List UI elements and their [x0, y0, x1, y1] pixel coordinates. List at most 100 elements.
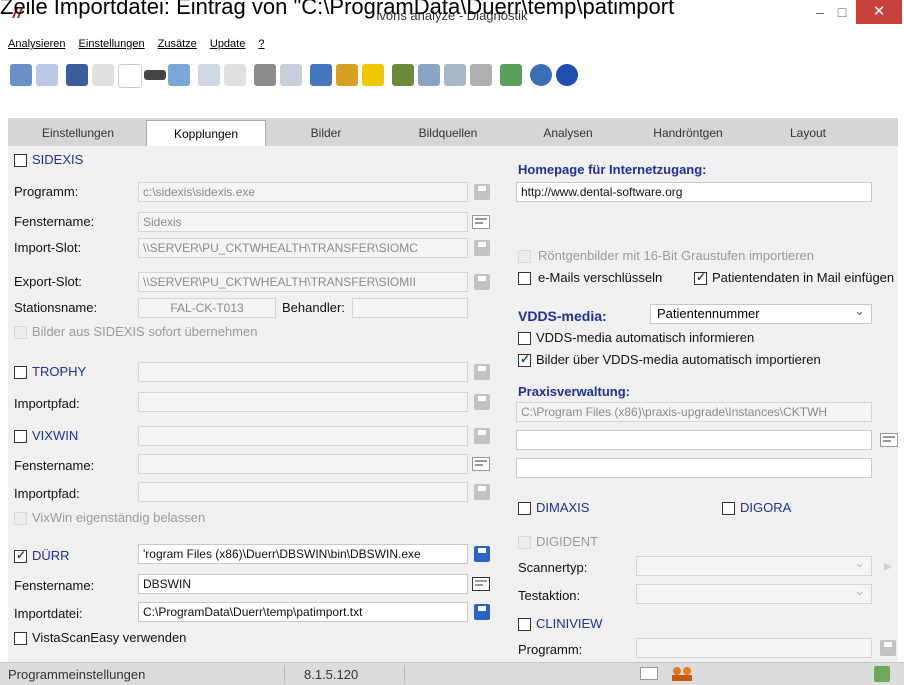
status-divider	[404, 665, 405, 683]
behandler-label: Behandler:	[282, 300, 345, 315]
behandler-field[interactable]	[352, 298, 468, 318]
save-disk-icon[interactable]	[474, 428, 490, 444]
testaktion-select[interactable]	[636, 582, 872, 604]
report-icon[interactable]	[310, 64, 332, 86]
duerr-program-field[interactable]: 'rogram Files (x86)\Duerr\DBSWIN\bin\DBS…	[138, 544, 468, 564]
tab-layout[interactable]: Layout	[748, 122, 868, 144]
vixwin-fenstername-field[interactable]	[138, 454, 468, 474]
users-icon[interactable]	[670, 666, 696, 682]
cliniview-label: CLINIVIEW	[536, 616, 603, 631]
vdds-import-checkbox[interactable]	[518, 352, 531, 367]
homepage-field[interactable]: http://www.dental-software.org	[516, 182, 872, 202]
kopplungen-panel: SIDEXIS Programm: c:\sidexis\sidexis.exe…	[8, 146, 898, 662]
save-disk-icon[interactable]	[474, 484, 490, 500]
window-picker-icon[interactable]	[472, 457, 490, 471]
duerr-fenstername-field[interactable]: DBSWIN	[138, 574, 468, 594]
search-patient-icon[interactable]	[36, 64, 58, 86]
save-disk-icon[interactable]	[474, 274, 490, 290]
tab-kopplungen[interactable]: Kopplungen	[146, 120, 266, 147]
print-icon[interactable]	[254, 64, 276, 86]
recycle-bin-icon[interactable]	[874, 666, 890, 682]
settings-icon[interactable]	[444, 64, 466, 86]
sidexis-programm-field[interactable]: c:\sidexis\sidexis.exe	[138, 182, 468, 202]
vdds-select[interactable]: Patientennummer	[650, 302, 872, 324]
vixwin-checkbox[interactable]	[14, 430, 27, 443]
window-picker-icon[interactable]	[880, 433, 898, 447]
app-window: ivoris analyze - Diagnostik – □ ✕ Zeile …	[0, 0, 904, 685]
cliniview-programm-field[interactable]	[636, 638, 872, 658]
save-disk-icon[interactable]	[474, 184, 490, 200]
print-preview-icon[interactable]	[280, 64, 302, 86]
praxis-field-2[interactable]	[516, 430, 872, 450]
save-disk-icon[interactable]	[474, 546, 490, 562]
menu-einstellungen[interactable]: Einstellungen	[79, 38, 145, 50]
import-slot-field[interactable]: \\SERVER\PU_CKTWHEALTH\TRANSFER\SIOMC	[138, 238, 468, 258]
status-divider	[284, 665, 285, 683]
tab-bilder[interactable]: Bilder	[266, 122, 386, 144]
menu-update[interactable]: Update	[210, 38, 245, 50]
time-icon[interactable]	[418, 64, 440, 86]
table-icon[interactable]	[168, 64, 190, 86]
patmail-checkbox[interactable]	[694, 270, 707, 285]
save-icon[interactable]	[66, 64, 88, 86]
trophy-program-field[interactable]	[138, 362, 468, 382]
praxis-field[interactable]: C:\Program Files (x86)\praxis-upgrade\In…	[516, 402, 872, 422]
menu-help[interactable]: ?	[258, 38, 264, 50]
tab-einstellungen[interactable]: Einstellungen	[18, 122, 138, 144]
cliniview-checkbox[interactable]	[518, 618, 531, 631]
mail-icon[interactable]	[640, 667, 658, 680]
vixwin-belassen-checkbox[interactable]	[14, 512, 27, 525]
save-disk-icon[interactable]	[474, 394, 490, 410]
window-picker-icon[interactable]	[472, 215, 490, 229]
ruler-icon[interactable]	[144, 70, 166, 80]
open-patient-icon[interactable]	[10, 64, 32, 86]
sidexis-title: SIDEXIS	[32, 152, 84, 167]
scannertyp-select[interactable]	[636, 554, 872, 576]
praxis-field-3[interactable]	[516, 458, 872, 478]
email-encrypt-checkbox[interactable]	[518, 272, 531, 285]
sidexis-checkbox[interactable]	[14, 154, 27, 167]
globe-icon[interactable]	[530, 64, 552, 86]
tools-icon[interactable]	[470, 64, 492, 86]
digident-checkbox[interactable]	[518, 536, 531, 549]
digora-checkbox[interactable]	[722, 502, 735, 515]
chart-icon[interactable]	[500, 64, 522, 86]
stationsname-field[interactable]: FAL-CK-T013	[138, 298, 276, 318]
menu-bar: Analysieren Einstellungen Zusätze Update…	[8, 38, 275, 54]
status-bar: Programmeinstellungen 8.1.5.120	[0, 662, 904, 685]
trophy-importpfad-field[interactable]	[138, 392, 468, 412]
vdds-inform-checkbox[interactable]	[518, 332, 531, 345]
programm-label: Programm:	[14, 184, 79, 199]
roentgen16-checkbox[interactable]	[518, 250, 531, 263]
duerr-importdatei-field[interactable]: C:\ProgramData\Duerr\temp\patimport.txt	[138, 602, 468, 622]
vixwin-importpfad-field[interactable]	[138, 482, 468, 502]
dimaxis-checkbox[interactable]	[518, 502, 531, 515]
save-disk-icon[interactable]	[474, 364, 490, 380]
menu-zusaetze[interactable]: Zusätze	[158, 38, 197, 50]
cursor-tool-icon[interactable]	[198, 64, 220, 86]
testaktion-label: Testaktion:	[518, 588, 581, 603]
tab-bildquellen[interactable]: Bildquellen	[388, 122, 508, 144]
export-slot-field[interactable]: \\SERVER\PU_CKTWHEALTH\TRANSFER\SIOMII	[138, 272, 468, 292]
save-disk-icon[interactable]	[474, 240, 490, 256]
warning-icon[interactable]	[362, 64, 384, 86]
blank-tool-icon	[118, 64, 142, 88]
tab-analysen[interactable]: Analysen	[508, 122, 628, 144]
scanner-arrow-icon[interactable]	[882, 560, 894, 572]
tab-handroentgen[interactable]: Handröntgen	[628, 122, 748, 144]
sidexis-fenstername-field[interactable]: Sidexis	[138, 212, 468, 232]
trophy-checkbox[interactable]	[14, 366, 27, 379]
sidexis-sofort-checkbox[interactable]	[14, 326, 27, 339]
help-icon[interactable]	[556, 64, 578, 86]
measure-tool-icon[interactable]	[224, 64, 246, 86]
duerr-checkbox[interactable]	[14, 548, 27, 563]
save-disk-icon[interactable]	[474, 604, 490, 620]
vixwin-program-field[interactable]	[138, 426, 468, 446]
money-icon[interactable]	[392, 64, 414, 86]
window-picker-icon[interactable]	[472, 577, 490, 591]
vistascan-checkbox[interactable]	[14, 632, 27, 645]
books-icon[interactable]	[336, 64, 358, 86]
save-disk-icon[interactable]	[880, 640, 896, 656]
menu-analysieren[interactable]: Analysieren	[8, 38, 65, 50]
cliniview-programm-label: Programm:	[518, 642, 583, 657]
